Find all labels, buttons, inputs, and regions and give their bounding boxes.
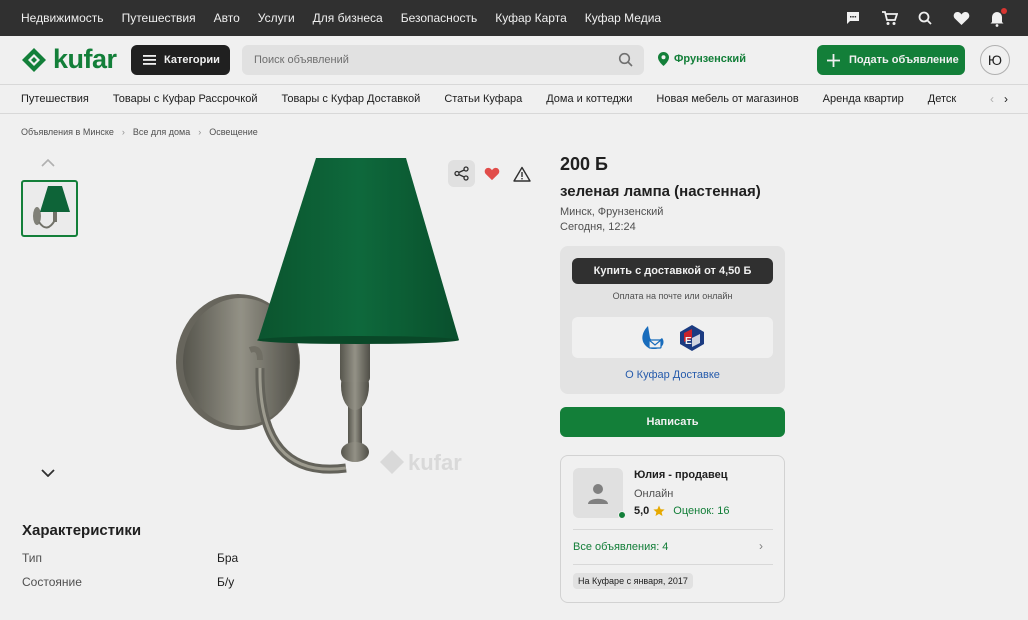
characteristic-key: Состояние <box>22 575 82 589</box>
categories-button[interactable]: Категории <box>131 45 230 75</box>
kufar-logo[interactable]: kufar <box>21 44 117 75</box>
delivery-panel: Купить с доставкой от 4,50 Б Оплата на п… <box>560 246 785 394</box>
share-button[interactable] <box>448 160 475 187</box>
search-icon[interactable] <box>618 52 634 68</box>
region-selector[interactable]: Фрунзенский <box>658 52 746 66</box>
category-item[interactable]: Детск <box>928 93 956 105</box>
messages-icon[interactable] <box>844 9 862 27</box>
characteristics-title: Характеристики <box>22 522 142 539</box>
seller-card: Юлия - продавец Онлайн 5,0 Оценок: 16 Вс… <box>560 455 785 603</box>
share-icon <box>454 166 469 181</box>
category-item[interactable]: Новая мебель от магазинов <box>656 93 798 105</box>
thumbnail-up-chevron-icon[interactable] <box>41 156 55 170</box>
top-nav-bar: Недвижимость Путешествия Авто Услуги Для… <box>0 0 1028 36</box>
characteristic-value: Бра <box>217 551 239 565</box>
location-pin-icon <box>658 52 669 66</box>
breadcrumb: Объявления в Минске › Все для дома › Осв… <box>21 127 258 137</box>
kufar-logo-icon <box>22 47 46 72</box>
post-ad-button[interactable]: Подать объявление <box>817 45 965 75</box>
heart-icon <box>484 167 499 180</box>
top-icons <box>844 0 1007 36</box>
listing-title: зеленая лампа (настенная) <box>560 183 761 200</box>
listing-location: Минск, Фрунзенский <box>560 206 664 218</box>
europost-logo-icon: Е <box>679 324 704 351</box>
search-saved-icon[interactable] <box>916 9 934 27</box>
divider <box>573 564 773 565</box>
belpost-logo-icon <box>641 325 663 349</box>
top-link-auto[interactable]: Авто <box>214 11 240 25</box>
seller-avatar[interactable] <box>573 468 623 518</box>
category-item[interactable]: Дома и коттеджи <box>546 93 632 105</box>
chevron-left-icon[interactable]: ‹ <box>990 92 994 106</box>
logo-text: kufar <box>53 44 117 74</box>
report-button[interactable] <box>508 160 535 187</box>
divider <box>573 529 773 530</box>
breadcrumb-item[interactable]: Объявления в Минске <box>21 127 114 137</box>
member-since-badge: На Куфаре с января, 2017 <box>573 573 693 589</box>
category-strip: Путешествия Товары с Куфар Рассрочкой То… <box>0 84 1028 114</box>
favorites-icon[interactable] <box>952 9 970 27</box>
breadcrumb-item[interactable]: Все для дома <box>133 127 190 137</box>
user-placeholder-icon <box>588 484 608 504</box>
category-scroll-controls: ‹ › <box>964 85 1028 113</box>
search-box <box>242 45 644 75</box>
thumbnail-down-chevron-icon[interactable] <box>41 466 55 480</box>
seller-rating: 5,0 Оценок: 16 <box>634 505 730 517</box>
top-link-travel[interactable]: Путешествия <box>122 11 196 25</box>
category-item[interactable]: Товары с Куфар Рассрочкой <box>113 93 258 105</box>
characteristic-key: Тип <box>22 551 43 565</box>
main-product-image[interactable]: kufar <box>110 150 550 500</box>
user-avatar[interactable]: Ю <box>980 45 1010 75</box>
listing-date: Сегодня, 12:24 <box>560 221 636 233</box>
warning-icon <box>512 166 531 182</box>
top-link-services[interactable]: Услуги <box>258 11 295 25</box>
image-watermark: kufar <box>380 450 462 475</box>
top-link-map[interactable]: Куфар Карта <box>495 11 567 25</box>
star-icon <box>653 505 665 516</box>
region-label: Фрунзенский <box>674 53 746 65</box>
write-message-button[interactable]: Написать <box>560 407 785 437</box>
svg-text:kufar: kufar <box>408 450 462 475</box>
categories-label: Категории <box>164 54 220 66</box>
top-link-media[interactable]: Куфар Медиа <box>585 11 661 25</box>
notification-dot <box>1001 8 1007 14</box>
delivery-info-link[interactable]: О Куфар Доставке <box>560 369 785 381</box>
seller-status: Онлайн <box>634 488 674 500</box>
characteristic-row: Тип Бра <box>22 551 522 565</box>
characteristic-row: Состояние Б/у <box>22 575 522 589</box>
category-item[interactable]: Аренда квартир <box>823 93 904 105</box>
reviews-count[interactable]: Оценок: 16 <box>673 505 729 517</box>
rating-value: 5,0 <box>634 505 650 517</box>
category-item[interactable]: Товары с Куфар Доставкой <box>281 93 420 105</box>
breadcrumb-separator-icon: › <box>121 127 125 137</box>
favorite-button[interactable] <box>478 160 505 187</box>
listing-price: 200 Б <box>560 154 608 174</box>
category-item[interactable]: Статьи Куфара <box>444 93 522 105</box>
breadcrumb-item[interactable]: Освещение <box>209 127 258 137</box>
top-link-safety[interactable]: Безопасность <box>401 11 478 25</box>
svg-text:Е: Е <box>685 336 692 347</box>
all-ads-link[interactable]: Все объявления: 4 <box>573 541 668 553</box>
main-header: kufar Категории Фрунзенский Подать объяв… <box>0 36 1028 84</box>
notifications-icon[interactable] <box>988 8 1007 27</box>
breadcrumb-separator-icon: › <box>198 127 202 137</box>
delivery-logos: Е <box>572 317 773 358</box>
chevron-right-icon[interactable]: › <box>759 539 763 553</box>
online-indicator <box>618 511 626 519</box>
cart-icon[interactable] <box>880 9 898 27</box>
buy-with-delivery-button[interactable]: Купить с доставкой от 4,50 Б <box>572 258 773 284</box>
characteristic-value: Б/у <box>217 575 235 589</box>
seller-name[interactable]: Юлия - продавец <box>634 469 728 481</box>
delivery-note: Оплата на почте или онлайн <box>612 291 733 301</box>
top-link-business[interactable]: Для бизнеса <box>313 11 383 25</box>
plus-icon <box>827 53 840 67</box>
menu-icon <box>143 55 156 65</box>
post-ad-label: Подать объявление <box>849 54 959 66</box>
top-link-realty[interactable]: Недвижимость <box>21 11 104 25</box>
chevron-right-icon[interactable]: › <box>1004 92 1008 106</box>
search-input[interactable] <box>254 54 594 66</box>
category-item[interactable]: Путешествия <box>21 93 89 105</box>
thumbnail-image[interactable] <box>21 180 78 237</box>
